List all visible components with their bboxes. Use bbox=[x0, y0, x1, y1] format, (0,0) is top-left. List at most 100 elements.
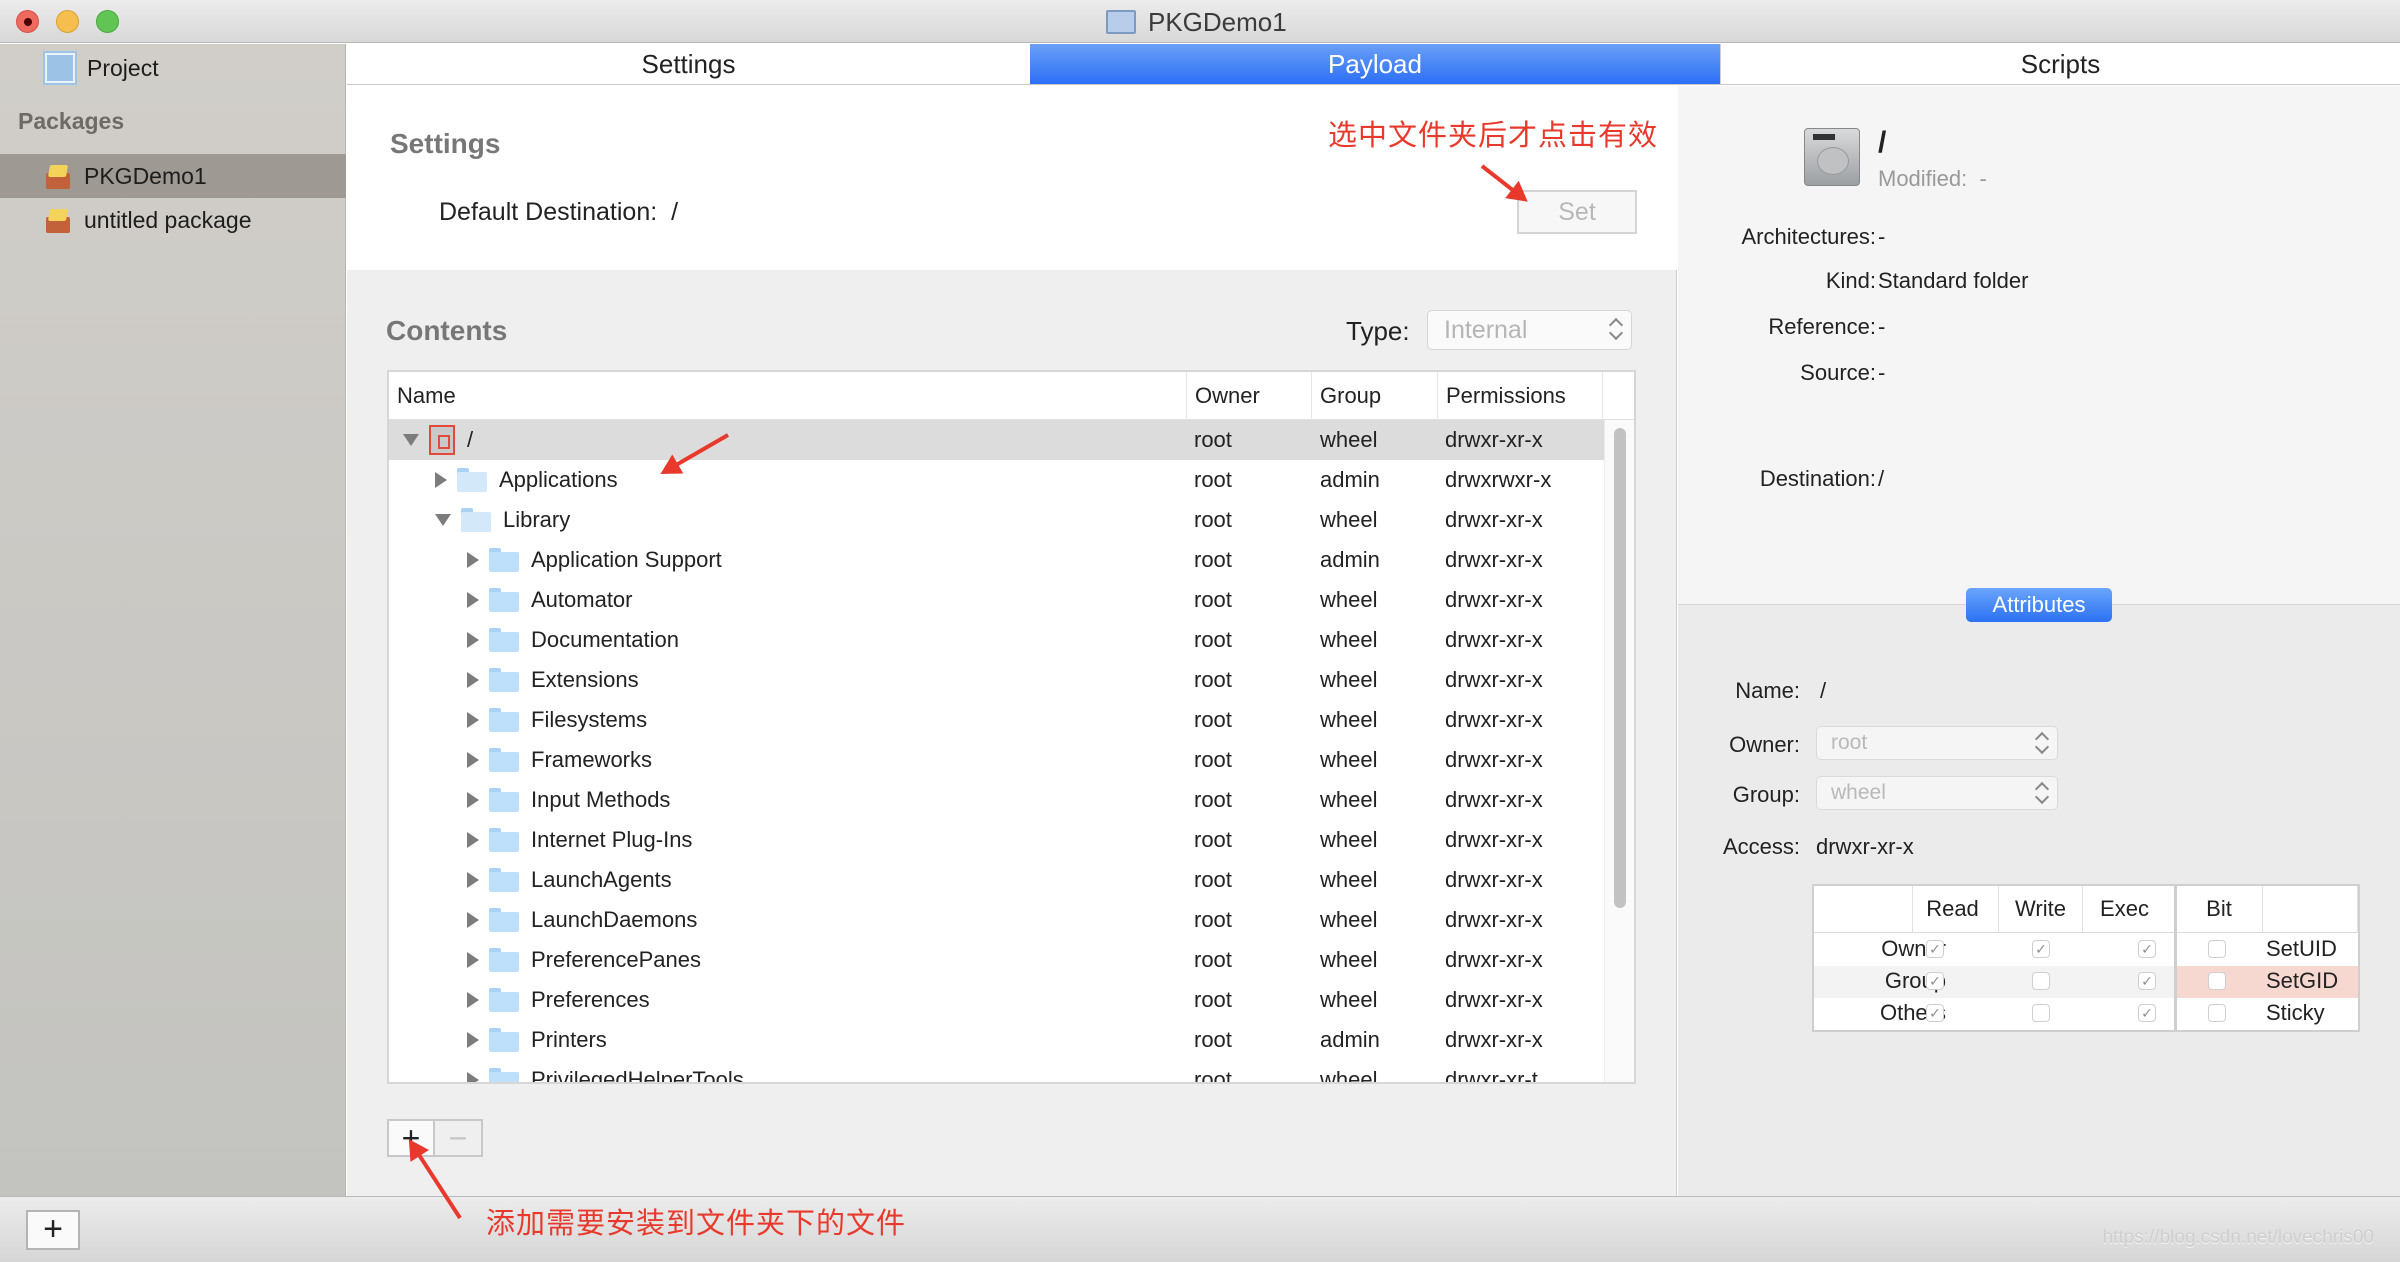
bit-checkbox[interactable] bbox=[2208, 1004, 2226, 1022]
row-name: Filesystems bbox=[531, 707, 648, 732]
table-row[interactable]: Input Methods root wheel drwxr-xr-x bbox=[389, 780, 1606, 820]
permission-row-others: Others ✓ ✓ Sticky bbox=[1814, 998, 2358, 1030]
bit-label: SetGID bbox=[2266, 968, 2339, 993]
cell-name: Input Methods bbox=[467, 780, 670, 820]
disclosure-closed-icon[interactable] bbox=[467, 712, 479, 728]
set-destination-button[interactable]: Set bbox=[1517, 190, 1637, 234]
disclosure-closed-icon[interactable] bbox=[467, 912, 479, 928]
disclosure-closed-icon[interactable] bbox=[467, 632, 479, 648]
disclosure-closed-icon[interactable] bbox=[467, 992, 479, 1008]
minimize-window-button[interactable] bbox=[56, 10, 79, 33]
row-name: Printers bbox=[531, 1027, 607, 1052]
tab-payload[interactable]: Payload bbox=[1030, 44, 1720, 84]
disclosure-open-icon[interactable] bbox=[403, 434, 419, 446]
disclosure-closed-icon[interactable] bbox=[467, 1032, 479, 1048]
cell-permissions: drwxr-xr-x bbox=[1445, 947, 1543, 972]
table-row[interactable]: Library root wheel drwxr-xr-x bbox=[389, 500, 1606, 540]
bit-checkbox[interactable] bbox=[2208, 940, 2226, 958]
sidebar-item-project[interactable]: Project bbox=[43, 48, 159, 88]
write-checkbox[interactable] bbox=[2032, 1004, 2050, 1022]
attributes-tab-button[interactable]: Attributes bbox=[1966, 588, 2112, 622]
attr-access-label: Access: bbox=[1722, 834, 1800, 859]
permission-row-owner: Owner ✓ ✓ ✓ SetUID bbox=[1814, 934, 2358, 966]
scrollbar-thumb[interactable] bbox=[1614, 428, 1626, 908]
title-bar: PKGDemo1 bbox=[0, 0, 2400, 43]
sidebar-item-untitled-package[interactable]: untitled package bbox=[0, 198, 346, 242]
cell-group: wheel bbox=[1320, 947, 1378, 972]
project-icon bbox=[43, 51, 77, 85]
disclosure-open-icon[interactable] bbox=[435, 514, 451, 526]
write-checkbox[interactable] bbox=[2032, 972, 2050, 990]
folder-icon bbox=[489, 668, 519, 692]
read-checkbox[interactable]: ✓ bbox=[1926, 940, 1944, 958]
table-row[interactable]: Automator root wheel drwxr-xr-x bbox=[389, 580, 1606, 620]
library-folder-icon bbox=[461, 508, 491, 532]
table-row[interactable]: LaunchAgents root wheel drwxr-xr-x bbox=[389, 860, 1606, 900]
table-row[interactable]: Documentation root wheel drwxr-xr-x bbox=[389, 620, 1606, 660]
folder-icon bbox=[489, 708, 519, 732]
tab-settings[interactable]: Settings bbox=[347, 44, 1030, 84]
type-select[interactable]: Internal bbox=[1427, 310, 1632, 350]
disclosure-closed-icon[interactable] bbox=[467, 1072, 479, 1082]
exec-checkbox[interactable]: ✓ bbox=[2138, 1004, 2156, 1022]
bit-checkbox[interactable] bbox=[2208, 972, 2226, 990]
zoom-window-button[interactable] bbox=[96, 10, 119, 33]
table-row[interactable]: Application Support root admin drwxr-xr-x bbox=[389, 540, 1606, 580]
table-row[interactable]: Filesystems root wheel drwxr-xr-x bbox=[389, 700, 1606, 740]
field-label: Reference: bbox=[1768, 314, 1876, 339]
perm-col-bit: Bit bbox=[2206, 896, 2232, 921]
row-name: LaunchAgents bbox=[531, 867, 672, 892]
table-row[interactable]: Applications root admin drwxrwxr-x bbox=[389, 460, 1606, 500]
disclosure-closed-icon[interactable] bbox=[467, 952, 479, 968]
cell-name: Library bbox=[435, 500, 570, 540]
remove-item-button[interactable]: − bbox=[435, 1119, 483, 1157]
field-value: - bbox=[1878, 314, 1886, 339]
table-row[interactable]: Internet Plug-Ins root wheel drwxr-xr-x bbox=[389, 820, 1606, 860]
disclosure-closed-icon[interactable] bbox=[467, 592, 479, 608]
disclosure-closed-icon[interactable] bbox=[467, 672, 479, 688]
column-header-group[interactable]: Group bbox=[1311, 372, 1381, 420]
cell-owner: root bbox=[1194, 987, 1232, 1012]
disclosure-closed-icon[interactable] bbox=[467, 792, 479, 808]
cell-group: wheel bbox=[1320, 707, 1378, 732]
read-checkbox[interactable]: ✓ bbox=[1926, 972, 1944, 990]
exec-checkbox[interactable]: ✓ bbox=[2138, 972, 2156, 990]
table-row[interactable]: LaunchDaemons root wheel drwxr-xr-x bbox=[389, 900, 1606, 940]
owner-select[interactable]: root bbox=[1816, 726, 2058, 760]
table-row[interactable]: PrivilegedHelperTools root wheel drwxr-xr-t bbox=[389, 1060, 1606, 1082]
table-row[interactable]: Frameworks root wheel drwxr-xr-x bbox=[389, 740, 1606, 780]
table-row[interactable]: Preferences root wheel drwxr-xr-x bbox=[389, 980, 1606, 1020]
cell-owner: root bbox=[1194, 827, 1232, 852]
write-checkbox[interactable]: ✓ bbox=[2032, 940, 2050, 958]
column-header-permissions[interactable]: Permissions bbox=[1437, 372, 1603, 420]
folder-icon bbox=[489, 868, 519, 892]
close-window-button[interactable] bbox=[16, 10, 39, 33]
disclosure-closed-icon[interactable] bbox=[467, 872, 479, 888]
tab-scripts[interactable]: Scripts bbox=[1720, 44, 2400, 84]
table-row[interactable]: Extensions root wheel drwxr-xr-x bbox=[389, 660, 1606, 700]
disclosure-closed-icon[interactable] bbox=[435, 472, 447, 488]
folder-icon bbox=[489, 588, 519, 612]
cell-group: admin bbox=[1320, 467, 1380, 492]
table-row[interactable]: Printers root admin drwxr-xr-x bbox=[389, 1020, 1606, 1060]
sidebar-item-pkgdemo1[interactable]: PKGDemo1 bbox=[0, 154, 346, 198]
exec-checkbox[interactable]: ✓ bbox=[2138, 940, 2156, 958]
add-package-button[interactable]: + bbox=[26, 1210, 80, 1250]
disclosure-closed-icon[interactable] bbox=[467, 552, 479, 568]
group-select[interactable]: wheel bbox=[1816, 776, 2058, 810]
permission-row-group: Group ✓ ✓ SetGID bbox=[1814, 966, 2358, 998]
cell-group: wheel bbox=[1320, 787, 1378, 812]
bit-label: SetUID bbox=[2266, 936, 2337, 961]
row-name: Documentation bbox=[531, 627, 679, 652]
column-header-name[interactable]: Name bbox=[389, 372, 456, 420]
cell-permissions: drwxr-xr-x bbox=[1445, 507, 1543, 532]
table-row[interactable]: PreferencePanes root wheel drwxr-xr-x bbox=[389, 940, 1606, 980]
table-row[interactable]: / root wheel drwxr-xr-x bbox=[389, 420, 1606, 460]
disclosure-closed-icon[interactable] bbox=[467, 832, 479, 848]
tab-bar: Settings Payload Scripts bbox=[347, 44, 2400, 85]
cell-permissions: drwxr-xr-x bbox=[1445, 667, 1543, 692]
disclosure-closed-icon[interactable] bbox=[467, 752, 479, 768]
field-label: Architectures: bbox=[1741, 224, 1877, 249]
column-header-owner[interactable]: Owner bbox=[1186, 372, 1260, 420]
read-checkbox[interactable]: ✓ bbox=[1926, 1004, 1944, 1022]
